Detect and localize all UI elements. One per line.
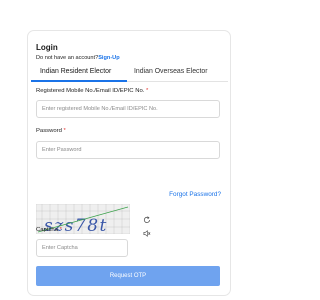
signup-link[interactable]: Sign-Up bbox=[98, 55, 119, 61]
speaker-icon[interactable] bbox=[143, 230, 151, 237]
signup-prompt: Do not have an account?Sign-Up bbox=[36, 55, 120, 61]
captcha-label-text: Captcha bbox=[36, 227, 58, 233]
required-mark: * bbox=[146, 88, 149, 94]
required-mark: * bbox=[59, 227, 62, 233]
mobile-label-text: Registered Mobile No./Email ID/EPIC No. bbox=[36, 88, 145, 94]
mobile-field-label: Registered Mobile No./Email ID/EPIC No. … bbox=[36, 88, 148, 94]
forgot-password-link[interactable]: Forgot Password? bbox=[169, 191, 221, 198]
login-title: Login bbox=[36, 43, 58, 52]
active-tab-indicator bbox=[31, 80, 127, 82]
signup-prompt-text: Do not have an account? bbox=[36, 55, 99, 61]
captcha-field-label: Captcha * bbox=[36, 227, 62, 233]
required-mark: * bbox=[63, 128, 66, 134]
refresh-icon[interactable] bbox=[143, 216, 151, 224]
login-card: Login Do not have an account?Sign-Up Ind… bbox=[27, 30, 231, 296]
password-field-label: Password * bbox=[36, 128, 66, 134]
password-input[interactable] bbox=[36, 141, 220, 159]
password-label-text: Password bbox=[36, 128, 62, 134]
tab-indian-resident-elector[interactable]: Indian Resident Elector bbox=[40, 68, 111, 75]
captcha-input[interactable] bbox=[36, 239, 128, 257]
request-otp-button[interactable]: Request OTP bbox=[36, 266, 220, 286]
tab-indian-overseas-elector[interactable]: Indian Overseas Elector bbox=[134, 68, 208, 75]
elector-type-tabs: Indian Resident Elector Indian Overseas … bbox=[31, 68, 228, 82]
mobile-email-epic-input[interactable] bbox=[36, 100, 220, 118]
